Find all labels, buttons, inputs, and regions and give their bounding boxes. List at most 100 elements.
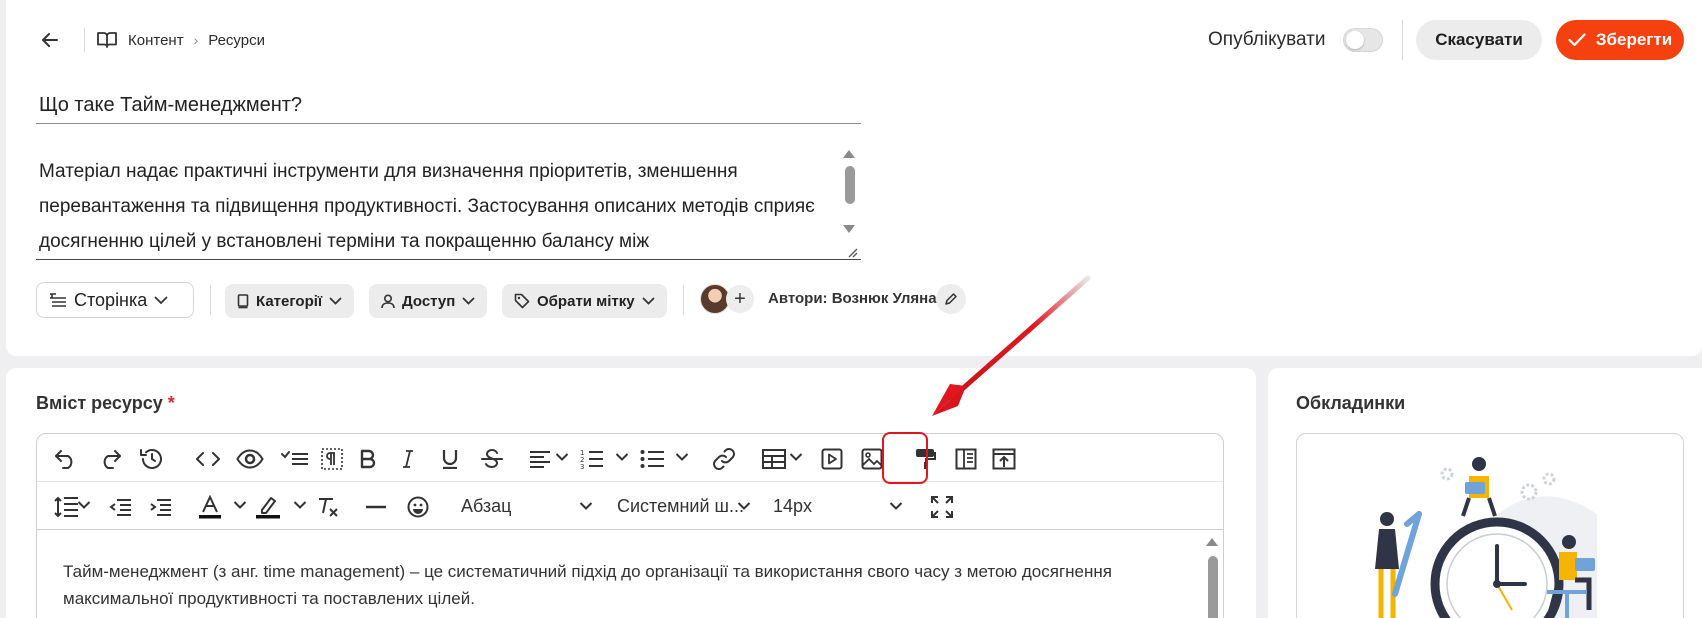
undo-button[interactable]	[51, 444, 81, 474]
publish-label: Опублікувати	[1208, 29, 1326, 50]
paragraph-style-select[interactable]: Абзац	[461, 496, 512, 517]
chevron-down-icon[interactable]	[675, 452, 689, 462]
source-code-button[interactable]	[193, 444, 223, 474]
content-label-text: Вміст ресурсу	[36, 393, 163, 413]
strikethrough-button[interactable]	[477, 444, 507, 474]
eye-icon	[236, 449, 264, 469]
chevron-down-icon[interactable]	[737, 501, 751, 511]
category-label: Категорії	[256, 292, 323, 310]
indent-icon	[150, 499, 171, 516]
outdent-button[interactable]	[105, 492, 135, 522]
link-button[interactable]	[709, 444, 739, 474]
chevron-down-icon[interactable]	[789, 452, 803, 462]
back-button[interactable]	[36, 26, 64, 54]
page-type-icon	[50, 293, 66, 307]
add-author-button[interactable]: +	[726, 285, 754, 313]
user-icon	[381, 293, 395, 308]
tag-select[interactable]: Обрати мітку	[502, 284, 667, 318]
save-button[interactable]: Зберегти	[1556, 20, 1684, 60]
page-type-label: Сторінка	[74, 289, 148, 310]
indent-button[interactable]	[145, 492, 175, 522]
bold-button[interactable]	[353, 444, 383, 474]
cancel-button[interactable]: Скасувати	[1416, 20, 1542, 60]
insert-video-button[interactable]	[817, 444, 847, 474]
tablet-icon	[237, 293, 249, 308]
clear-format-button[interactable]	[313, 492, 343, 522]
tag-label: Обрати мітку	[537, 292, 635, 310]
align-button[interactable]	[525, 444, 555, 474]
numbered-list-button[interactable]: 123	[577, 444, 607, 474]
text-color-button[interactable]	[195, 492, 225, 522]
title-input[interactable]: Що таке Тайм-менеджмент?	[36, 86, 861, 124]
breadcrumb: Контент › Ресурси	[96, 28, 265, 52]
undo-icon	[55, 450, 73, 469]
code-icon	[196, 452, 220, 466]
bullet-list-button[interactable]	[637, 444, 667, 474]
page-type-select[interactable]: Сторінка	[36, 282, 194, 318]
plus-icon: +	[734, 287, 746, 310]
template-icon	[955, 448, 977, 470]
resize-handle-icon[interactable]	[846, 246, 858, 258]
align-icon	[530, 451, 550, 468]
preview-toggle-button[interactable]	[235, 444, 265, 474]
chevron-down-icon[interactable]	[889, 501, 903, 511]
toolbar-row-1: 123	[37, 434, 1223, 482]
chevron-down-icon[interactable]	[233, 500, 247, 510]
highlight-color-button[interactable]	[253, 492, 283, 522]
scroll-up-arrow[interactable]	[843, 150, 855, 158]
text-color-icon	[199, 495, 221, 519]
template-button[interactable]	[951, 444, 981, 474]
scrollbar-thumb[interactable]	[845, 166, 855, 204]
italic-button[interactable]	[393, 444, 423, 474]
chevron-down-icon[interactable]	[555, 452, 569, 462]
preview-button[interactable]	[989, 444, 1019, 474]
line-height-icon	[54, 496, 78, 518]
description-textarea[interactable]: Матеріал надає практичні інструменти для…	[36, 150, 861, 260]
cover-image[interactable]	[1296, 433, 1684, 618]
svg-text:3: 3	[580, 463, 584, 470]
annotation-arrow	[932, 275, 1091, 416]
outdent-icon	[109, 499, 131, 516]
emoji-button[interactable]	[403, 492, 433, 522]
redo-button[interactable]	[95, 444, 125, 474]
font-size-select[interactable]: 14px	[773, 496, 812, 517]
required-mark: *	[167, 393, 175, 413]
chevron-right-icon: ›	[193, 32, 199, 48]
bullet-list-icon	[640, 450, 664, 468]
checklist-button[interactable]	[275, 444, 315, 474]
covers-section-label: Обкладинки	[1296, 393, 1406, 413]
breadcrumb-item-content[interactable]: Контент	[128, 32, 184, 49]
chevron-down-icon[interactable]	[293, 500, 307, 510]
rich-text-editor: 123 Абзац Системний ш... 14px Тайм-менед…	[36, 433, 1224, 618]
show-blocks-button[interactable]	[317, 444, 347, 474]
video-icon	[821, 448, 843, 470]
fullscreen-button[interactable]	[927, 492, 957, 522]
category-select[interactable]: Категорії	[225, 284, 355, 318]
chevron-down-icon	[642, 297, 655, 305]
chevron-down-icon[interactable]	[615, 452, 629, 462]
horizontal-rule-button[interactable]	[361, 492, 391, 522]
table-button[interactable]	[759, 444, 789, 474]
save-button-label: Зберегти	[1595, 30, 1673, 49]
paragraph-icon	[321, 448, 343, 470]
chevron-down-icon	[462, 297, 475, 305]
book-icon	[97, 32, 117, 48]
history-button[interactable]	[137, 444, 167, 474]
scroll-down-arrow[interactable]	[843, 225, 855, 233]
back-arrow-icon	[42, 33, 58, 47]
editor-scroll-up-arrow[interactable]	[1206, 538, 1218, 546]
chevron-down-icon[interactable]	[579, 501, 593, 511]
underline-button[interactable]	[435, 444, 465, 474]
editor-scrollbar-thumb[interactable]	[1208, 556, 1218, 618]
editor-content[interactable]: Тайм-менеджмент (з анг. time management)…	[63, 558, 1163, 612]
bold-icon	[360, 449, 376, 469]
font-family-select[interactable]: Системний ш...	[617, 496, 744, 517]
chevron-down-icon[interactable]	[77, 500, 91, 510]
time-management-illustration	[1339, 434, 1643, 618]
divider	[1402, 20, 1403, 60]
content-section-label: Вміст ресурсу *	[36, 393, 175, 414]
authors-label: Автори: Вознюк Уляна	[768, 290, 937, 307]
access-select[interactable]: Доступ	[369, 284, 488, 318]
image-icon	[861, 448, 883, 470]
publish-toggle[interactable]	[1343, 28, 1383, 52]
